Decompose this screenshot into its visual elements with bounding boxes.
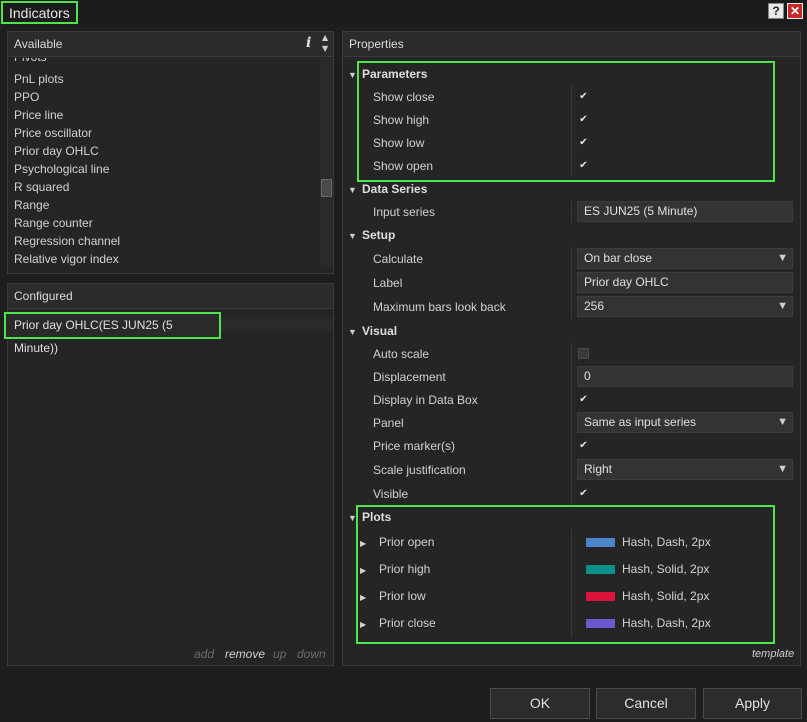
list-item[interactable]: Prior day OHLC — [14, 142, 99, 160]
expand-icon: ▼ — [348, 231, 357, 241]
cancel-button[interactable]: Cancel — [596, 688, 696, 719]
scale-justification-value: Right — [584, 462, 613, 476]
visible-label: Visible — [373, 487, 409, 501]
panel-dropdown[interactable]: Same as input series ▼ — [577, 412, 793, 433]
info-icon[interactable]: i — [306, 35, 311, 51]
remove-link[interactable]: remove — [225, 647, 265, 661]
auto-scale-checkbox[interactable] — [578, 348, 589, 359]
input-series-value: ES JUN25 (5 Minute) — [584, 204, 698, 218]
databox-label: Display in Data Box — [373, 393, 478, 407]
parameters-highlight — [357, 61, 775, 182]
configured-header-label: Configured — [14, 289, 73, 303]
section-visual[interactable]: ▼ Visual — [348, 321, 397, 341]
expand-icon: ▼ — [348, 327, 357, 337]
label-value: Prior day OHLC — [584, 275, 669, 289]
displacement-input[interactable]: 0 — [577, 366, 793, 387]
template-link[interactable]: template — [752, 648, 794, 660]
calculate-value: On bar close — [584, 251, 653, 265]
configured-item[interactable]: Prior day OHLC(ES JUN25 (5 Minute)) — [4, 312, 221, 355]
list-item[interactable]: Range counter — [14, 214, 93, 232]
price-marker-label: Price marker(s) — [373, 439, 456, 453]
section-title: Data Series — [362, 182, 428, 196]
list-item[interactable]: Range — [14, 196, 49, 214]
chevron-down-icon: ▼ — [777, 252, 788, 264]
plots-highlight — [356, 505, 775, 644]
properties-header-label: Properties — [349, 37, 404, 51]
section-title: Visual — [362, 324, 398, 338]
label-input[interactable]: Prior day OHLC — [577, 272, 793, 293]
scale-justification-label: Scale justification — [373, 463, 466, 477]
displacement-label: Displacement — [373, 370, 446, 384]
auto-scale-label: Auto scale — [373, 347, 430, 361]
list-item[interactable]: Pivots — [14, 58, 47, 66]
list-item[interactable]: Relative vigor index — [14, 250, 119, 268]
available-scrollbar[interactable] — [320, 58, 333, 268]
scroll-down-icon[interactable]: ▼ — [322, 44, 328, 53]
input-series-label: Input series — [373, 205, 436, 219]
scrollbar-thumb[interactable] — [321, 179, 332, 197]
ok-button[interactable]: OK — [490, 688, 590, 719]
displacement-value: 0 — [584, 369, 591, 383]
maxbars-label: Maximum bars look back — [373, 300, 506, 314]
calculate-dropdown[interactable]: On bar close ▼ — [577, 248, 793, 269]
list-item[interactable]: Psychological line — [14, 160, 109, 178]
column-divider — [571, 247, 572, 319]
available-panel: Available i ▲ ▼ Pivots PnL plots PPO Pri… — [7, 31, 334, 274]
scroll-up-icon[interactable]: ▲ — [322, 33, 328, 42]
section-title: Setup — [362, 228, 396, 242]
down-link[interactable]: down — [297, 647, 326, 661]
expand-icon: ▼ — [348, 185, 357, 195]
input-series-field[interactable]: ES JUN25 (5 Minute) — [577, 201, 793, 222]
available-header: Available — [8, 32, 333, 57]
visible-checkbox[interactable]: ✔ — [578, 489, 589, 500]
maxbars-dropdown[interactable]: 256 ▼ — [577, 296, 793, 317]
window-title: Indicators — [1, 1, 78, 24]
close-button[interactable]: ✕ — [787, 3, 803, 19]
databox-checkbox[interactable]: ✔ — [578, 395, 589, 406]
maxbars-value: 256 — [584, 299, 605, 313]
panel-value: Same as input series — [584, 415, 697, 429]
label-label: Label — [373, 276, 403, 290]
panel-label: Panel — [373, 416, 404, 430]
section-setup[interactable]: ▼ Setup — [348, 225, 395, 245]
apply-button[interactable]: Apply — [703, 688, 802, 719]
list-item[interactable]: R squared — [14, 178, 69, 196]
configured-header: Configured — [8, 284, 333, 309]
column-divider — [571, 343, 572, 505]
up-link[interactable]: up — [273, 647, 286, 661]
calculate-label: Calculate — [373, 252, 424, 266]
column-divider — [571, 201, 572, 223]
available-header-label: Available — [14, 37, 63, 51]
title-bar: Indicators ? ✕ — [0, 0, 807, 24]
properties-header: Properties — [343, 32, 800, 57]
available-list: Pivots PnL plots PPO Price line Price os… — [8, 58, 320, 268]
help-button[interactable]: ? — [768, 3, 784, 19]
section-data-series[interactable]: ▼ Data Series — [348, 179, 427, 199]
list-item[interactable]: Price line — [14, 106, 63, 124]
chevron-down-icon: ▼ — [777, 463, 788, 475]
list-item[interactable]: PPO — [14, 88, 39, 106]
list-item[interactable]: PnL plots — [14, 70, 64, 88]
chevron-down-icon: ▼ — [777, 300, 788, 312]
scale-justification-dropdown[interactable]: Right ▼ — [577, 459, 793, 480]
list-item[interactable]: Price oscillator — [14, 124, 92, 142]
add-link[interactable]: add — [194, 647, 214, 661]
list-item[interactable]: Regression channel — [14, 232, 120, 250]
price-marker-checkbox[interactable]: ✔ — [578, 441, 589, 452]
chevron-down-icon: ▼ — [777, 416, 788, 428]
